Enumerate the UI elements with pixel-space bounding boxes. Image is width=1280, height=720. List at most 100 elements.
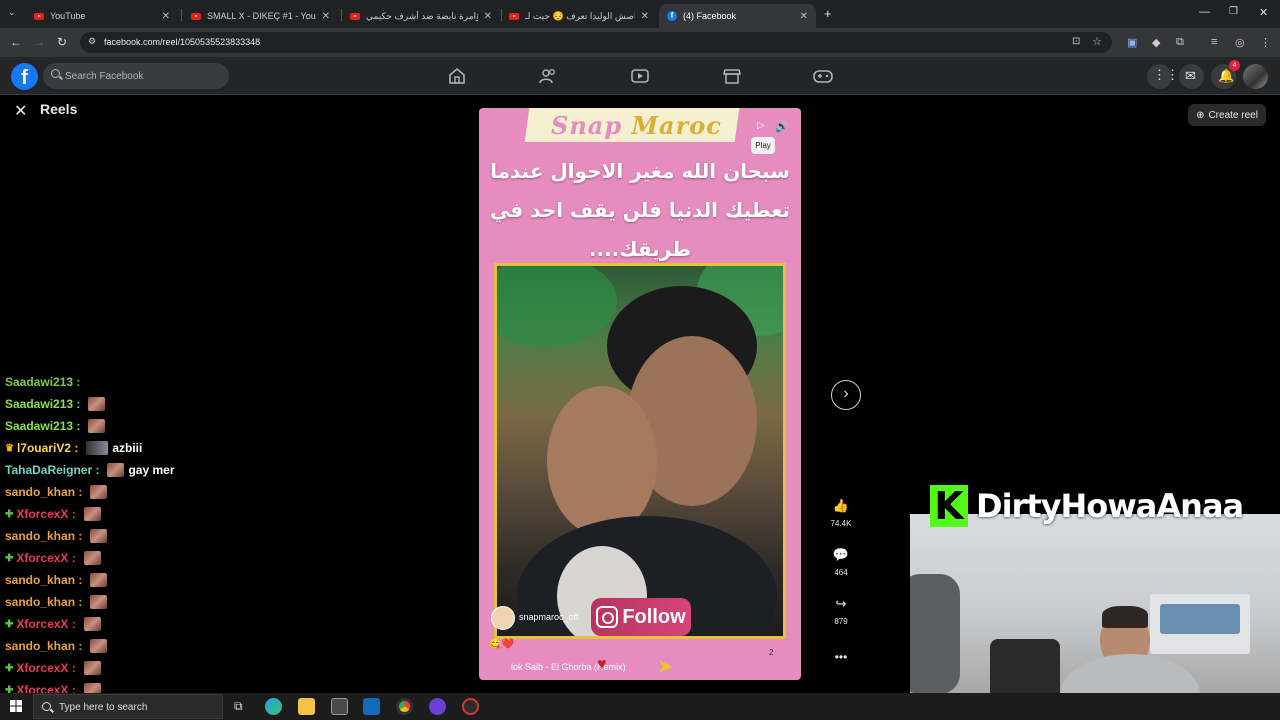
extensions-icon[interactable]: ⧉ [1176, 36, 1184, 49]
new-tab-icon[interactable]: + [824, 6, 832, 21]
messenger-icon: ✉ [1185, 68, 1196, 83]
taskbar-search[interactable]: Type here to search [33, 694, 223, 719]
chat-username: TahaDaReigner : [5, 463, 100, 477]
like-button[interactable]: 👍 74.4K [826, 498, 856, 528]
outlook-icon[interactable] [363, 698, 380, 715]
slide-number: 2 [769, 648, 774, 657]
facebook-logo-icon[interactable]: f [11, 63, 38, 90]
chat-username: XforcexX : [16, 551, 76, 565]
chat-username: XforcexX : [16, 683, 76, 693]
obs-icon[interactable] [429, 698, 446, 715]
chat-message: TahaDaReigner : gay mer [5, 459, 175, 481]
chat-message: ✚ XforcexX : [5, 679, 101, 693]
chat-message: sando_khan : [5, 569, 108, 591]
close-icon[interactable]: ✕ [14, 101, 27, 121]
youtube-icon [350, 12, 360, 20]
reel-username[interactable]: snapmaroc_off [519, 612, 578, 622]
tab-search-icon[interactable]: ⌄ [8, 7, 16, 18]
translate-icon[interactable]: ▣ [1127, 36, 1137, 49]
chat-message: Saadawi213 : [5, 393, 106, 415]
bookmark-star-icon[interactable]: ☆ [1092, 35, 1102, 48]
more-options-icon[interactable]: ••• [826, 650, 856, 664]
reading-list-icon[interactable]: ≡ [1211, 36, 1217, 48]
minimize-icon[interactable]: — [1199, 6, 1210, 18]
close-tab-icon[interactable]: ✕ [800, 11, 808, 22]
gem-badge-icon: ✚ [5, 684, 14, 694]
omnibox[interactable]: ⚙ facebook.com/reel/1050535523833348 ⊡ ☆ [80, 32, 1112, 53]
reel-song[interactable]: lok Saib - El Ghorba (Remix) [511, 662, 626, 672]
play-icon[interactable]: ▷ [757, 120, 765, 131]
extension-diamond-icon[interactable]: ◆ [1152, 36, 1160, 49]
forward-icon[interactable]: → [33, 35, 45, 49]
follow-button[interactable]: Follow [591, 598, 691, 636]
chat-message: ✚ XforcexX : [5, 613, 101, 635]
next-reel-button[interactable]: › [831, 380, 861, 410]
profile-icon[interactable]: ◎ [1235, 36, 1245, 49]
emote-icon [90, 573, 108, 587]
reel-photo [494, 263, 786, 639]
menu-grid-button[interactable]: ⋮⋮ [1147, 64, 1179, 89]
notification-badge: 4 [1229, 60, 1240, 71]
tab-facebook[interactable]: f (4) Facebook ✕ [659, 4, 816, 28]
comment-button[interactable]: 💬 464 [826, 547, 856, 577]
close-tab-icon[interactable]: ✕ [641, 11, 649, 22]
chat-username: sando_khan : [5, 529, 83, 543]
messenger-button[interactable]: ✉ [1179, 64, 1204, 89]
windows-taskbar: Type here to search ⧉ [0, 693, 1280, 720]
close-window-icon[interactable]: ✕ [1259, 6, 1268, 19]
avatar[interactable] [1243, 64, 1268, 89]
site-info-icon[interactable]: ⚙ [88, 36, 96, 47]
store-icon[interactable] [331, 698, 348, 715]
menu-dots-icon[interactable]: ⋮ [1260, 36, 1271, 49]
share-button[interactable]: ↪ 879 [826, 596, 856, 626]
app-icon[interactable] [462, 698, 479, 715]
chat-username: Saadawi213 : [5, 419, 81, 433]
close-tab-icon[interactable]: ✕ [162, 11, 170, 22]
edge-icon[interactable] [265, 698, 282, 715]
windows-start-icon[interactable] [10, 700, 22, 712]
friends-icon[interactable] [537, 66, 559, 86]
tab-small-x[interactable]: SMALL X - DIKEÇ #1 - YouTube ✕ [183, 4, 338, 28]
chat-username: XforcexX : [16, 617, 76, 631]
stream-chat: Saadawi213 : Saadawi213 : Saadawi213 : ♛ l7… [0, 377, 300, 693]
back-icon[interactable]: ← [10, 35, 22, 49]
facebook-icon: f [667, 11, 677, 21]
reel-user-avatar[interactable] [491, 606, 515, 630]
address-bar-row: ← → ↻ ⚙ facebook.com/reel/10505355238333… [0, 28, 1280, 57]
chat-username: XforcexX : [16, 661, 76, 675]
gaming-icon[interactable] [812, 66, 834, 86]
gem-badge-icon: ✚ [5, 552, 14, 564]
chrome-icon[interactable] [396, 698, 413, 715]
chat-message-partial: Saadawi213 : [5, 377, 81, 389]
kick-logo-icon: K [930, 485, 968, 527]
file-explorer-icon[interactable] [298, 698, 315, 715]
close-tab-icon[interactable]: ✕ [322, 11, 330, 22]
restore-icon[interactable]: ❐ [1229, 6, 1238, 17]
youtube-icon [34, 12, 44, 20]
reload-icon[interactable]: ↻ [57, 35, 67, 49]
video-icon[interactable] [629, 66, 651, 86]
emote-icon [83, 507, 101, 521]
facebook-search[interactable] [43, 63, 229, 89]
install-app-icon[interactable]: ⊡ [1072, 36, 1080, 47]
home-icon[interactable] [446, 66, 468, 86]
task-view-icon[interactable]: ⧉ [234, 699, 243, 714]
facebook-top-nav: f ⋮⋮ ✉ 🔔 [0, 57, 1280, 95]
tab-hakimi[interactable]: مؤامرة نايضة ضد أشرف حكيمي ✕ [342, 4, 500, 28]
chat-message: Saadawi213 : [5, 415, 106, 437]
volume-icon[interactable]: 🔊 [775, 120, 789, 133]
share-count: 879 [834, 617, 848, 626]
tab-youtube[interactable]: YouTube ✕ [26, 4, 178, 28]
create-reel-button[interactable]: ⊕ Create reel [1188, 104, 1266, 126]
tab-mahassch[interactable]: محاصش الوليدا تعرف 😔 جيت لـ ✕ [501, 4, 657, 28]
gem-badge-icon: ✚ [5, 508, 14, 520]
emote-icon [107, 463, 125, 477]
reel-video[interactable]: Snap Maroc ▷ 🔊 Play سبحان الله مغير الاح… [479, 108, 801, 680]
close-tab-icon[interactable]: ✕ [484, 11, 492, 22]
comment-count: 464 [834, 568, 848, 577]
search-input[interactable] [65, 68, 220, 84]
reel-caption-arabic: سبحان الله مغير الاحوال عندما تعطيك الدن… [489, 159, 791, 261]
marketplace-icon[interactable] [721, 66, 743, 86]
gem-badge-icon: ✚ [5, 618, 14, 630]
brand-snap: Snap [551, 111, 623, 140]
